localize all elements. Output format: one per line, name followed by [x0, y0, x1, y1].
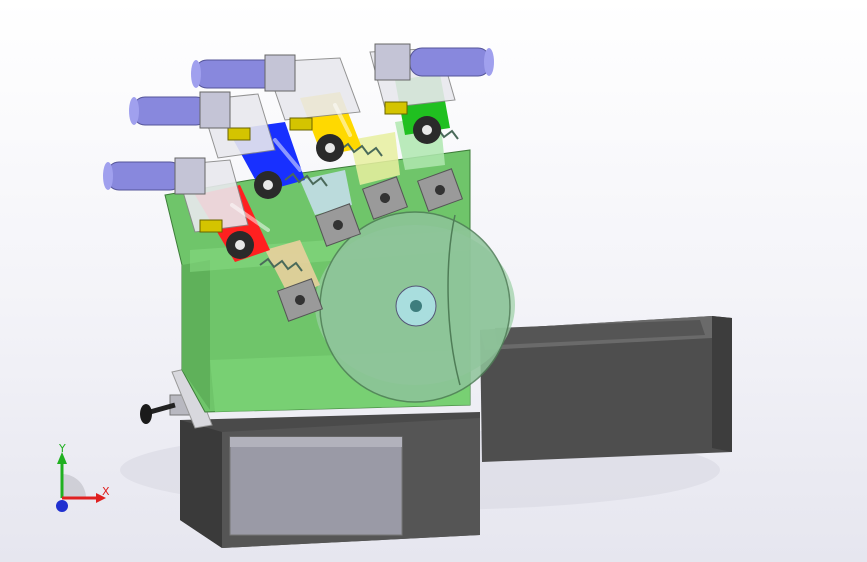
- triad-plane: [62, 474, 86, 498]
- x-axis-label: X: [102, 485, 110, 498]
- cad-viewport[interactable]: Y X: [0, 0, 867, 562]
- cylinder-4: [374, 43, 494, 81]
- base-access-panel[interactable]: [229, 436, 403, 536]
- y-axis-label: Y: [58, 442, 66, 455]
- z-axis-dot: [56, 500, 68, 512]
- cylinder-2: [129, 91, 231, 129]
- machine-base[interactable]: [180, 412, 480, 548]
- assembly-model[interactable]: [0, 0, 867, 562]
- discharge-chute[interactable]: [480, 316, 732, 462]
- cylinder-1: [103, 157, 206, 195]
- coordinate-triad: Y X: [56, 442, 110, 512]
- cylinder-3: [191, 54, 296, 92]
